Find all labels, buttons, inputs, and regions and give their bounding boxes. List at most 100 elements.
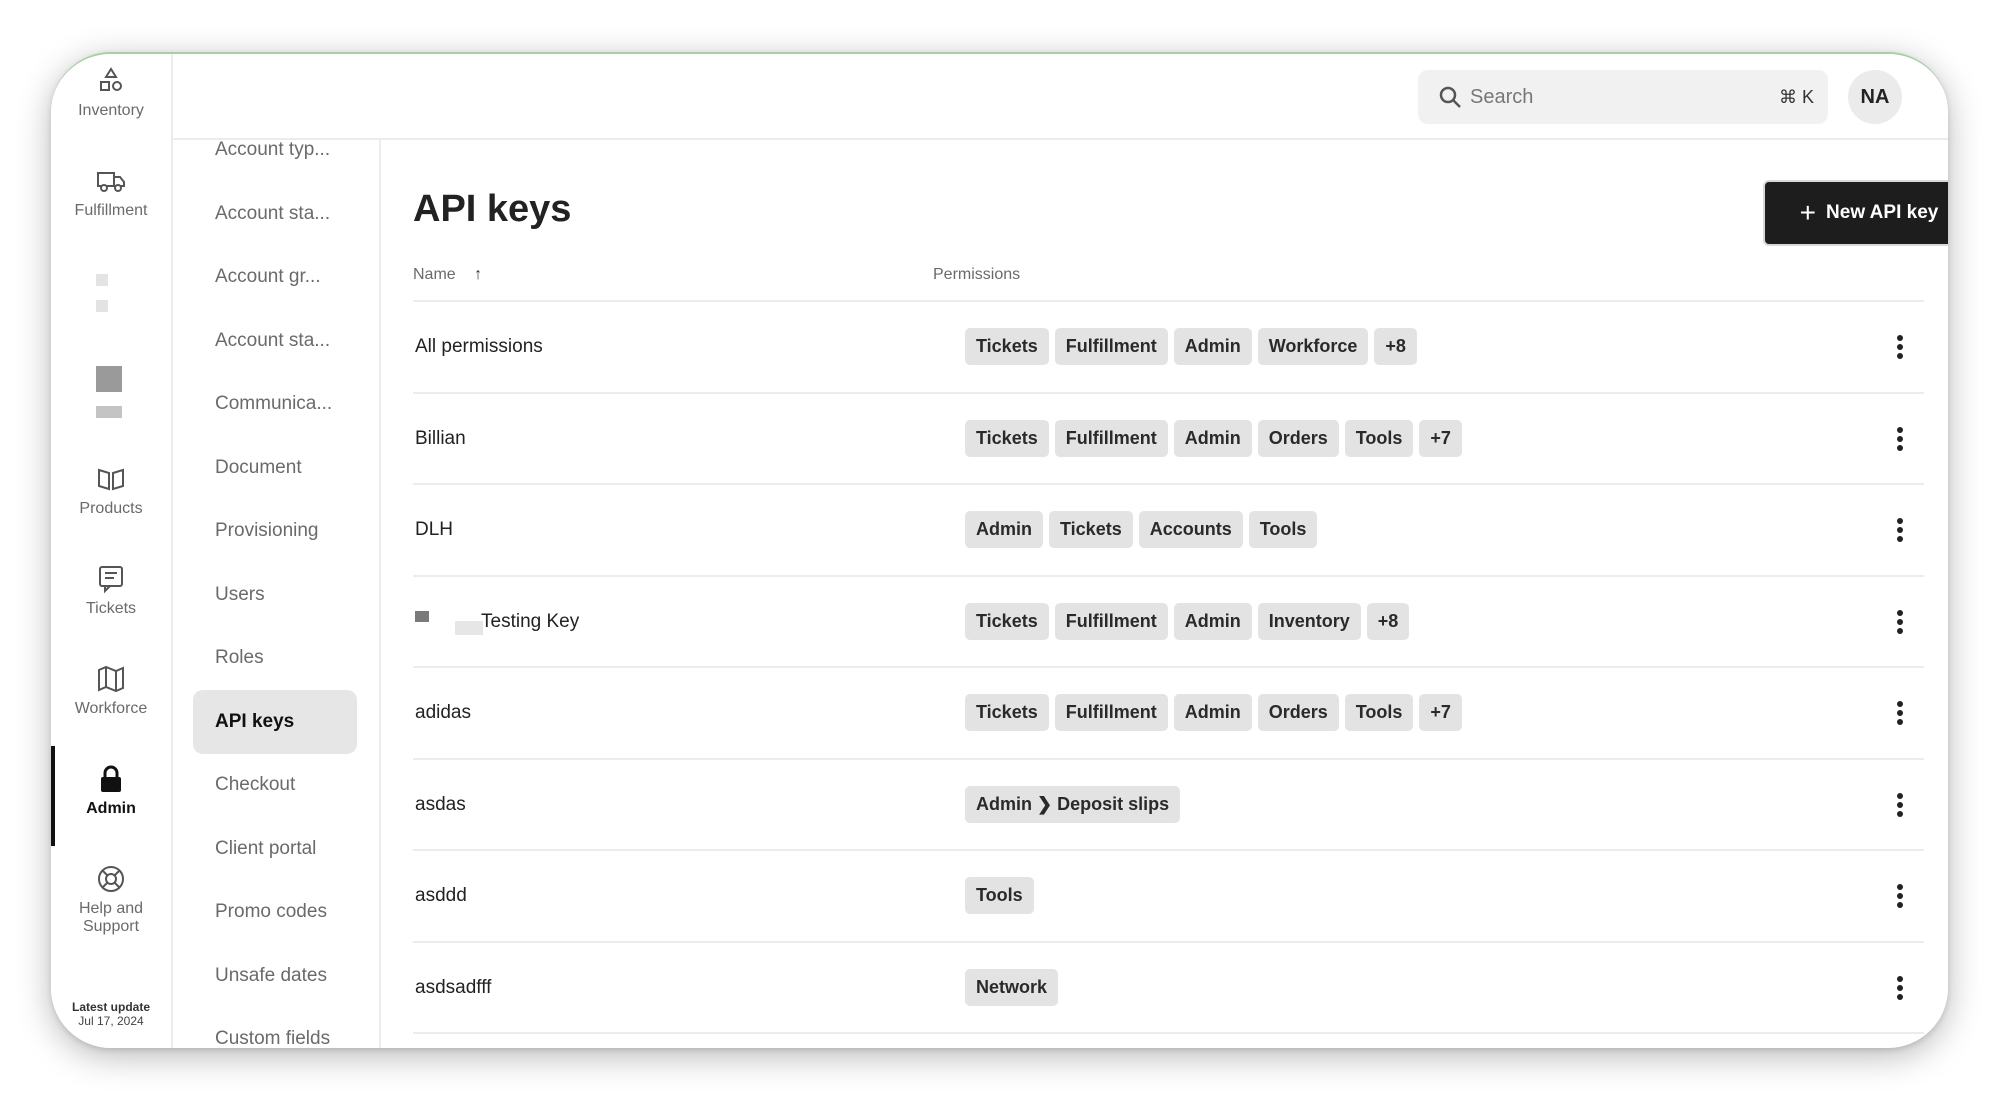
permission-chip: Orders bbox=[1257, 419, 1339, 457]
permission-chip: Tickets bbox=[965, 694, 1049, 731]
subnav-item-custom-fields[interactable]: Custom fields bbox=[193, 1007, 357, 1048]
ticket-list-icon bbox=[99, 566, 123, 594]
permission-chip: Admin ❯ Deposit slips bbox=[965, 785, 1181, 823]
subnav-item-client-portal[interactable]: Client portal bbox=[193, 817, 357, 881]
menu-dot bbox=[1897, 792, 1903, 799]
api-key-name: asddd bbox=[415, 885, 467, 906]
permission-chip: Tickets bbox=[1049, 511, 1133, 548]
permission-chip: Tools bbox=[1248, 511, 1318, 548]
rail-item-tickets[interactable]: Tickets bbox=[51, 564, 171, 618]
subnav-item-account-groups[interactable]: Account gr... bbox=[193, 245, 357, 309]
subnav-item-communications[interactable]: Communica... bbox=[193, 372, 357, 436]
rail-label: Help and bbox=[78, 900, 144, 917]
menu-dot bbox=[1897, 810, 1903, 817]
menu-dot bbox=[1897, 344, 1903, 350]
permission-chip: Tickets bbox=[965, 419, 1049, 457]
table-row[interactable]: asddd Tools bbox=[413, 851, 1924, 943]
more-vertical-icon[interactable] bbox=[1890, 973, 1910, 1003]
new-api-key-button[interactable]: + New API key bbox=[1763, 180, 1948, 246]
subnav-item-promo-codes[interactable]: Promo codes bbox=[193, 880, 357, 944]
more-vertical-icon[interactable] bbox=[1890, 424, 1910, 454]
menu-dot bbox=[1897, 984, 1903, 991]
rail-label: Inventory bbox=[78, 102, 144, 119]
menu-dot bbox=[1897, 801, 1903, 808]
table-row[interactable]: asdsadfff Network bbox=[413, 943, 1924, 1034]
app-window: Inventory Fulfillment Products Tickets W… bbox=[51, 52, 1948, 1048]
menu-dot bbox=[1897, 993, 1903, 1000]
menu-dot bbox=[1897, 902, 1903, 908]
rail-label: Support bbox=[82, 918, 140, 935]
permission-chips: Tools bbox=[965, 877, 1034, 914]
subnav-item-account-statuses[interactable]: Account sta... bbox=[193, 182, 357, 246]
rail-label: Products bbox=[79, 500, 143, 517]
rail-item-inventory[interactable]: Inventory bbox=[51, 66, 171, 120]
table-row[interactable]: Billian Tickets Fulfillment Admin Orders Tool… bbox=[413, 394, 1924, 485]
column-header-name[interactable]: Name ↑ bbox=[413, 266, 482, 284]
table-row[interactable]: asdas Admin ❯ Deposit slips bbox=[413, 760, 1924, 851]
top-bar: Search ⌘ K NA bbox=[173, 54, 1948, 140]
api-key-name: Testing Key bbox=[481, 610, 580, 632]
permission-chips: Tickets Fulfillment Admin Workforce +8 bbox=[965, 328, 1417, 365]
column-header-permissions: Permissions bbox=[933, 266, 1021, 283]
rail-item-products[interactable]: Products bbox=[51, 464, 171, 518]
rail-item-workforce[interactable]: Workforce bbox=[51, 664, 171, 718]
subnav-item-account-states[interactable]: Account sta... bbox=[193, 309, 357, 373]
permission-chips: Tickets Fulfillment Admin Orders Tools +7 bbox=[965, 419, 1462, 457]
page-title: API keys bbox=[413, 188, 572, 230]
api-key-name: DLH bbox=[415, 519, 454, 540]
book-open-icon bbox=[98, 468, 124, 491]
subnav-item-checkout[interactable]: Checkout bbox=[193, 753, 357, 817]
permission-chip: Admin bbox=[965, 511, 1043, 548]
more-vertical-icon[interactable] bbox=[1890, 332, 1910, 362]
admin-subnav: Account typ... Account sta... Account gr… bbox=[173, 139, 381, 1048]
permission-chip: Admin bbox=[1173, 328, 1252, 365]
search-box[interactable]: Search ⌘ K bbox=[1418, 70, 1828, 124]
subnav-item-provisioning[interactable]: Provisioning bbox=[193, 499, 357, 563]
subnav-item-account-types[interactable]: Account typ... bbox=[193, 118, 357, 182]
menu-dot bbox=[1897, 618, 1903, 625]
map-icon bbox=[98, 665, 124, 693]
rail-item-admin[interactable]: Admin bbox=[51, 764, 171, 818]
more-vertical-icon[interactable] bbox=[1890, 698, 1910, 728]
subnav-item-document[interactable]: Document bbox=[193, 436, 357, 500]
column-header-name-label: Name bbox=[413, 266, 456, 283]
permission-chip: Accounts bbox=[1138, 511, 1243, 548]
permission-chip: Tools bbox=[965, 877, 1034, 914]
redacted-icon bbox=[96, 300, 108, 312]
permission-chip: Admin bbox=[1173, 602, 1252, 640]
permission-chip: +8 bbox=[1366, 602, 1410, 640]
permission-chip: Fulfillment bbox=[1054, 419, 1168, 457]
primary-rail: Inventory Fulfillment Products Tickets W… bbox=[51, 54, 173, 1048]
more-vertical-icon[interactable] bbox=[1890, 515, 1910, 545]
api-keys-table: All permissions Tickets Fulfillment Admin Wo… bbox=[413, 302, 1924, 1034]
latest-update: Latest update Jul 17, 2024 bbox=[51, 1000, 171, 1028]
menu-dot bbox=[1897, 353, 1903, 359]
subnav-item-unsafe-dates[interactable]: Unsafe dates bbox=[193, 944, 357, 1008]
subnav-item-users[interactable]: Users bbox=[193, 563, 357, 627]
search-shortcut: ⌘ K bbox=[1778, 86, 1814, 107]
menu-dot bbox=[1897, 701, 1903, 707]
permission-chip: Tools bbox=[1344, 694, 1414, 731]
more-vertical-icon[interactable] bbox=[1890, 607, 1910, 637]
api-key-name: All permissions bbox=[415, 336, 543, 357]
permission-chips: Admin Tickets Accounts Tools bbox=[965, 511, 1318, 548]
permission-chip: Workforce bbox=[1257, 328, 1369, 365]
table-row[interactable]: DLH Admin Tickets Accounts Tools bbox=[413, 485, 1924, 577]
subnav-item-api-keys[interactable]: API keys bbox=[193, 689, 357, 754]
avatar[interactable]: NA bbox=[1848, 70, 1902, 124]
table-row[interactable]: adidas Tickets Fulfillment Admin Orders Tools… bbox=[413, 668, 1924, 760]
menu-dot bbox=[1897, 719, 1903, 725]
rail-item-help-support[interactable]: Help and Support bbox=[51, 864, 171, 936]
permission-chip: Tools bbox=[1344, 419, 1414, 457]
permission-chip: Orders bbox=[1257, 694, 1339, 731]
rail-item-fulfillment[interactable]: Fulfillment bbox=[51, 166, 171, 220]
more-vertical-icon[interactable] bbox=[1890, 881, 1910, 911]
subnav-item-roles[interactable]: Roles bbox=[193, 626, 357, 690]
more-vertical-icon[interactable] bbox=[1890, 790, 1910, 820]
permission-chips: Admin ❯ Deposit slips bbox=[965, 785, 1181, 823]
truck-icon bbox=[97, 172, 125, 192]
table-row[interactable]: All permissions Tickets Fulfillment Admin Wo… bbox=[413, 302, 1924, 394]
menu-dot bbox=[1897, 426, 1903, 433]
redacted-icon bbox=[96, 366, 122, 392]
table-row[interactable]: Testing Key Tickets Fulfillment Admin Invent… bbox=[413, 577, 1924, 668]
